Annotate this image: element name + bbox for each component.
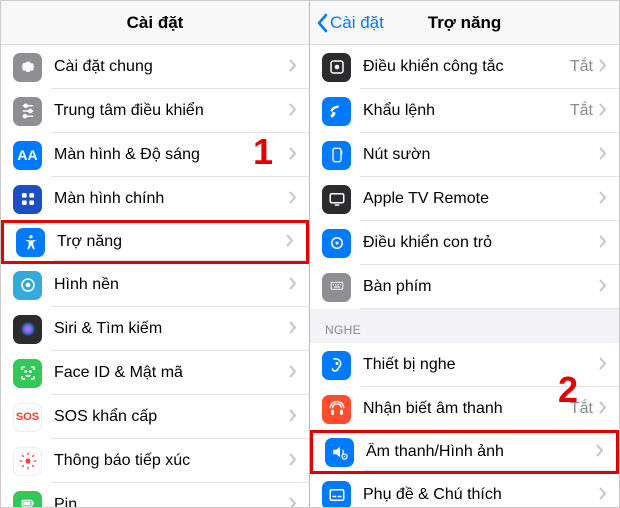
row-label: Trung tâm điều khiển <box>54 102 289 120</box>
chevron-right-icon <box>289 365 297 381</box>
row-label: Trợ năng <box>57 233 286 251</box>
settings-row[interactable]: Apple TV Remote <box>310 177 619 221</box>
settings-list: Cài đặt chung Trung tâm điều khiển AA Màn h… <box>1 45 309 507</box>
chevron-right-icon <box>289 59 297 75</box>
exposure-icon <box>13 447 42 476</box>
row-value: Tắt <box>570 102 593 120</box>
sliders-icon <box>13 97 42 126</box>
chevron-right-icon <box>599 487 607 503</box>
pointer-icon <box>322 229 351 258</box>
settings-row[interactable]: SOS SOS khẩn cấp <box>1 395 309 439</box>
row-label: Khẩu lệnh <box>363 102 570 120</box>
row-label: Thông báo tiếp xúc <box>54 452 289 470</box>
chevron-right-icon <box>289 497 297 507</box>
chevron-right-icon <box>599 103 607 119</box>
row-label: Nhận biết âm thanh <box>363 400 570 418</box>
chevron-right-icon <box>599 401 607 417</box>
page-title: Trợ năng <box>428 13 501 33</box>
row-label: Thiết bị nghe <box>363 356 599 374</box>
chevron-right-icon <box>599 235 607 251</box>
chevron-right-icon <box>289 277 297 293</box>
accessibility-pane: Cài đặt Trợ năng Điều khiển công tắcTắtK… <box>310 1 619 507</box>
settings-row[interactable]: Hình nền <box>1 263 309 307</box>
row-label: Điều khiển con trỏ <box>363 234 599 252</box>
tv-icon <box>322 185 351 214</box>
settings-row[interactable]: Siri & Tìm kiếm <box>1 307 309 351</box>
row-label: Pin <box>54 496 289 507</box>
chevron-right-icon <box>289 103 297 119</box>
row-value: Tắt <box>570 58 593 76</box>
settings-row[interactable]: Điều khiển con trỏ <box>310 221 619 265</box>
chevron-right-icon <box>289 191 297 207</box>
settings-row[interactable]: Khẩu lệnhTắt <box>310 89 619 133</box>
settings-row[interactable]: Trợ năng <box>1 220 309 264</box>
settings-pane: Cài đặt Cài đặt chung Trung tâm điều khiể… <box>1 1 310 507</box>
chevron-right-icon <box>596 444 604 460</box>
aa-icon: AA <box>13 141 42 170</box>
settings-row[interactable]: Thông báo tiếp xúc <box>1 439 309 483</box>
sos-icon: SOS <box>13 403 42 432</box>
chevron-left-icon <box>316 13 328 33</box>
row-label: Bàn phím <box>363 278 599 296</box>
row-value: Tắt <box>570 400 593 418</box>
av-icon <box>325 438 354 467</box>
header-left: Cài đặt <box>1 1 309 45</box>
row-label: Màn hình & Độ sáng <box>54 146 289 164</box>
chevron-right-icon <box>286 234 294 250</box>
wallpaper-icon <box>13 271 42 300</box>
siri-icon <box>13 315 42 344</box>
battery-icon <box>13 491 42 508</box>
settings-row[interactable]: Màn hình chính <box>1 177 309 221</box>
chevron-right-icon <box>599 191 607 207</box>
caption-icon <box>322 481 351 508</box>
settings-row[interactable]: Nút sườn <box>310 133 619 177</box>
settings-row[interactable]: Face ID & Mật mã <box>1 351 309 395</box>
settings-row[interactable]: Điều khiển công tắcTắt <box>310 45 619 89</box>
voice-icon <box>322 97 351 126</box>
row-label: Cài đặt chung <box>54 58 289 76</box>
settings-row[interactable]: Bàn phím <box>310 265 619 309</box>
row-label: Phụ đề & Chú thích <box>363 486 599 504</box>
row-label: Nút sườn <box>363 146 599 164</box>
settings-row[interactable]: Cài đặt chung <box>1 45 309 89</box>
keyboard-icon <box>322 273 351 302</box>
settings-row[interactable]: Trung tâm điều khiển <box>1 89 309 133</box>
grid-icon <box>13 185 42 214</box>
settings-row[interactable]: Phụ đề & Chú thích <box>310 473 619 507</box>
faceid-icon <box>13 359 42 388</box>
chevron-right-icon <box>289 321 297 337</box>
accessibility-icon <box>16 228 45 257</box>
back-label: Cài đặt <box>330 13 384 33</box>
row-label: SOS khẩn cấp <box>54 408 289 426</box>
switch-icon <box>322 53 351 82</box>
settings-row[interactable]: Thiết bị nghe <box>310 343 619 387</box>
accessibility-list: Điều khiển công tắcTắtKhẩu lệnhTắtNút sư… <box>310 45 619 507</box>
row-label: Face ID & Mật mã <box>54 364 289 382</box>
row-label: Điều khiển công tắc <box>363 58 570 76</box>
row-label: Siri & Tìm kiếm <box>54 320 289 338</box>
row-label: Hình nền <box>54 276 289 294</box>
chevron-right-icon <box>599 357 607 373</box>
header-right: Cài đặt Trợ năng <box>310 1 619 45</box>
chevron-right-icon <box>289 453 297 469</box>
back-button[interactable]: Cài đặt <box>316 1 384 45</box>
section-header-nghe: NGHE <box>310 309 619 343</box>
settings-row[interactable]: AA Màn hình & Độ sáng <box>1 133 309 177</box>
settings-row[interactable]: Nhận biết âm thanhTắt <box>310 387 619 431</box>
chevron-right-icon <box>599 147 607 163</box>
sound-rec-icon <box>322 395 351 424</box>
sidebutton-icon <box>322 141 351 170</box>
hearing-icon <box>322 351 351 380</box>
chevron-right-icon <box>599 59 607 75</box>
row-label: Âm thanh/Hình ảnh <box>366 443 596 461</box>
row-label: Màn hình chính <box>54 190 289 208</box>
chevron-right-icon <box>599 279 607 295</box>
gear-icon <box>13 53 42 82</box>
settings-row[interactable]: Âm thanh/Hình ảnh <box>310 430 619 474</box>
chevron-right-icon <box>289 409 297 425</box>
chevron-right-icon <box>289 147 297 163</box>
row-label: Apple TV Remote <box>363 190 599 208</box>
page-title: Cài đặt <box>127 13 184 33</box>
settings-row[interactable]: Pin <box>1 483 309 507</box>
